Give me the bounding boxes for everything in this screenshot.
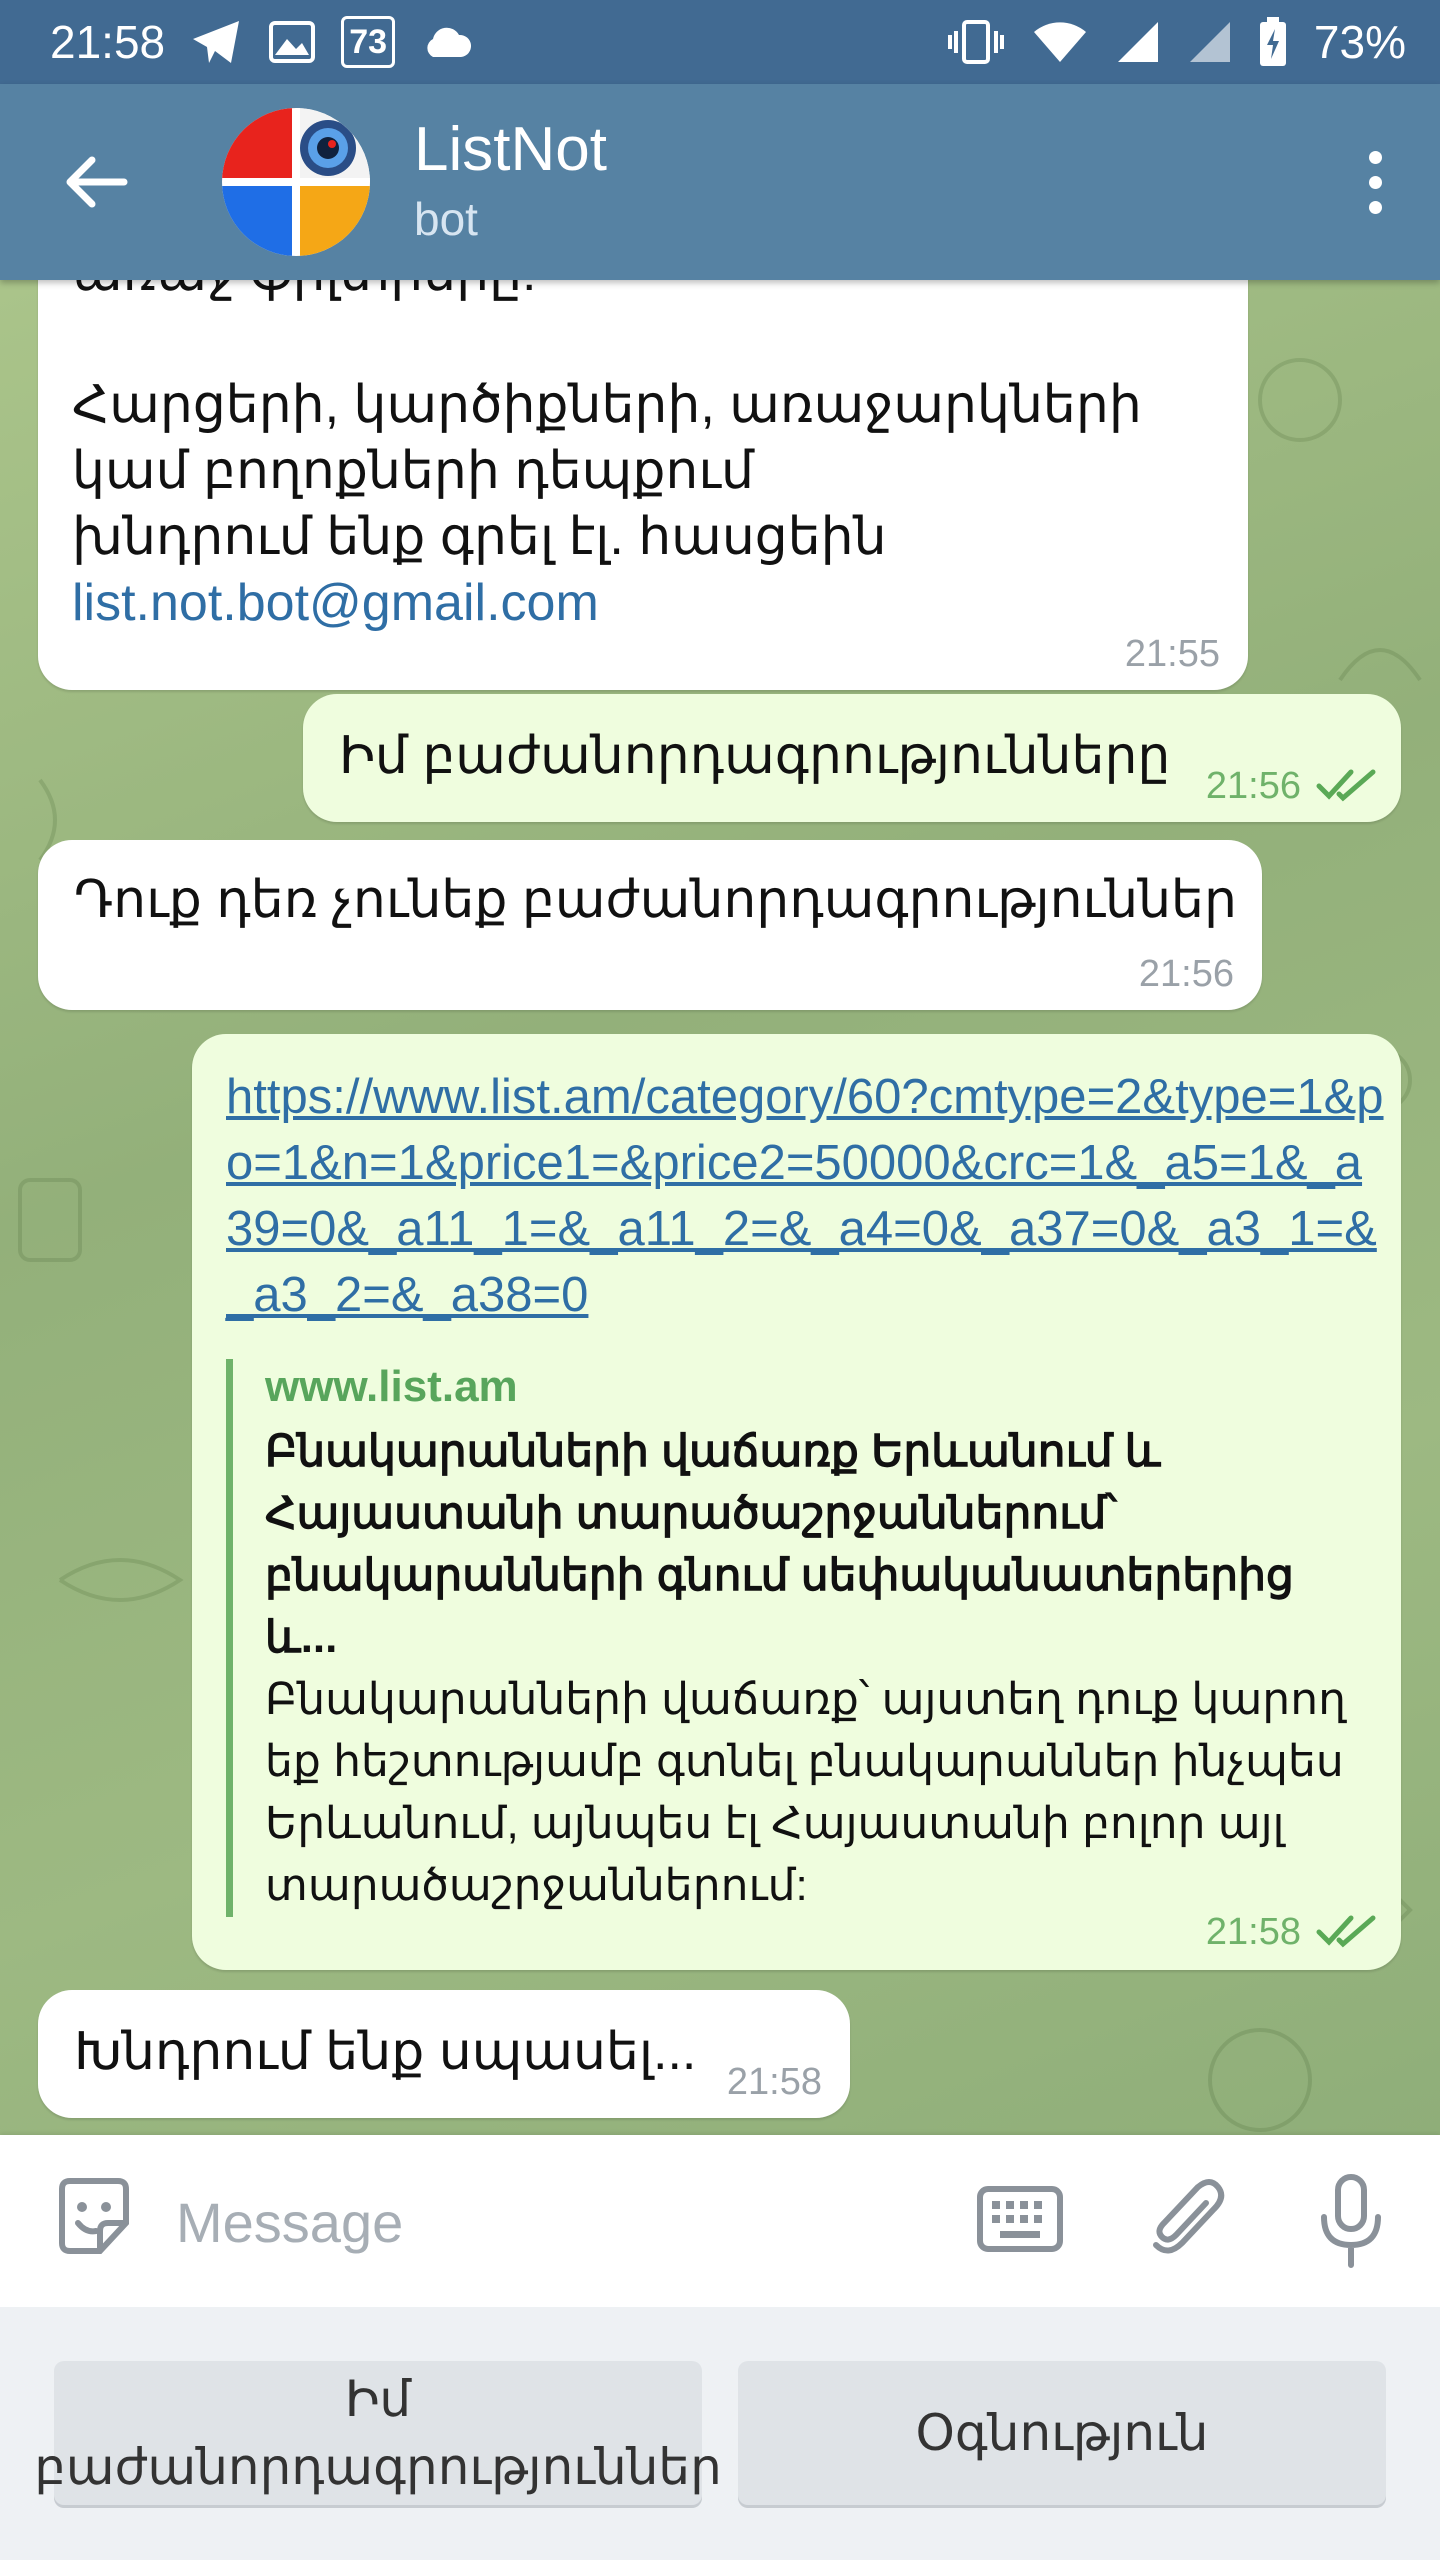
notification-badge: 73	[341, 16, 396, 68]
outgoing-message[interactable]: Իմ բաժանորդագրությունները 21:56	[303, 694, 1401, 822]
telegram-icon	[191, 19, 243, 65]
email-link[interactable]: list.not.bot@gmail.com	[72, 570, 1142, 636]
preview-title: Բնակարանների վաճառք Երևանում և Հայաստանի…	[265, 1427, 1294, 1662]
microphone-button[interactable]	[1316, 2171, 1386, 2271]
battery-icon	[1258, 17, 1288, 67]
vibrate-icon	[946, 19, 1006, 65]
keyboard-toggle-button[interactable]	[976, 2185, 1064, 2255]
double-check-icon	[1316, 769, 1376, 802]
more-menu-button[interactable]	[1340, 132, 1410, 232]
message-time: 21:58	[1205, 1911, 1301, 1953]
more-vertical-icon	[1368, 150, 1382, 164]
avatar[interactable]	[222, 108, 370, 256]
incoming-message[interactable]: առաջ ֆիլտրերը: Հարցերի, կարծիքների, առաջ…	[38, 280, 1248, 690]
help-button[interactable]: Օգնություն	[738, 2361, 1386, 2505]
battery-percent: 73%	[1313, 16, 1406, 68]
signal-icon	[1186, 20, 1232, 64]
message-time: 21:58	[726, 2061, 822, 2103]
bot-keyboard: Իմ բաժանորդագրություններ Օգնություն	[0, 2307, 1440, 2560]
chat-subtitle: bot	[414, 193, 478, 245]
preview-site: www.list.am	[265, 1362, 518, 1411]
url-link[interactable]: https://www.list.am/category/60?cmtype=2…	[226, 1064, 1386, 1328]
link-preview[interactable]: www.list.am Բնակարանների վաճառք Երևանում…	[226, 1359, 1356, 1917]
incoming-message[interactable]: Խնդրում ենք սպասել... 21:58	[38, 1990, 850, 2118]
wifi-icon	[1032, 20, 1088, 64]
attach-button[interactable]	[1148, 2173, 1228, 2263]
message-time: 21:56	[1205, 765, 1301, 807]
chat-title: ListNot	[414, 115, 607, 184]
keyboard-icon	[977, 2186, 1063, 2252]
clock: 21:58	[50, 16, 166, 68]
sticker-button[interactable]	[52, 2175, 136, 2259]
back-button[interactable]	[58, 144, 134, 220]
my-subscriptions-button[interactable]: Իմ բաժանորդագրություններ	[34, 2361, 722, 2505]
cloud-icon	[421, 25, 473, 59]
message-text: Խնդրում ենք սպասել...	[74, 2023, 697, 2081]
paperclip-icon	[1153, 2179, 1225, 2254]
message-text: Իմ բաժանորդագրությունները	[339, 727, 1171, 785]
preview-description: Բնակարանների վաճառք՝ այստեղ դուք կարող ե…	[265, 1675, 1346, 1910]
sticker-icon	[59, 2178, 129, 2254]
microphone-icon	[1321, 2174, 1381, 2268]
chat-header: ListNot bot	[0, 84, 1440, 280]
message-text: Դուք դեռ չունեք բաժանորդագրություններ	[74, 871, 1237, 929]
message-text: առաջ ֆիլտրերը: Հարցերի, կարծիքների, առաջ…	[72, 280, 1142, 636]
outgoing-link-message[interactable]: https://www.list.am/category/60?cmtype=2…	[192, 1034, 1401, 1970]
image-icon	[269, 21, 316, 63]
message-input[interactable]	[174, 2177, 938, 2267]
incoming-message[interactable]: Դուք դեռ չունեք բաժանորդագրություններ 21…	[38, 840, 1262, 1010]
status-bar: 21:58 73 73%	[0, 0, 1440, 84]
message-time: 21:55	[1124, 633, 1220, 675]
chat-area[interactable]: առաջ ֆիլտրերը: Հարցերի, կարծիքների, առաջ…	[0, 280, 1440, 2135]
arrow-left-icon	[66, 156, 128, 208]
signal-icon	[1114, 20, 1160, 64]
message-input-bar	[0, 2135, 1440, 2307]
message-time: 21:56	[1138, 953, 1234, 995]
double-check-icon	[1316, 1915, 1376, 1948]
